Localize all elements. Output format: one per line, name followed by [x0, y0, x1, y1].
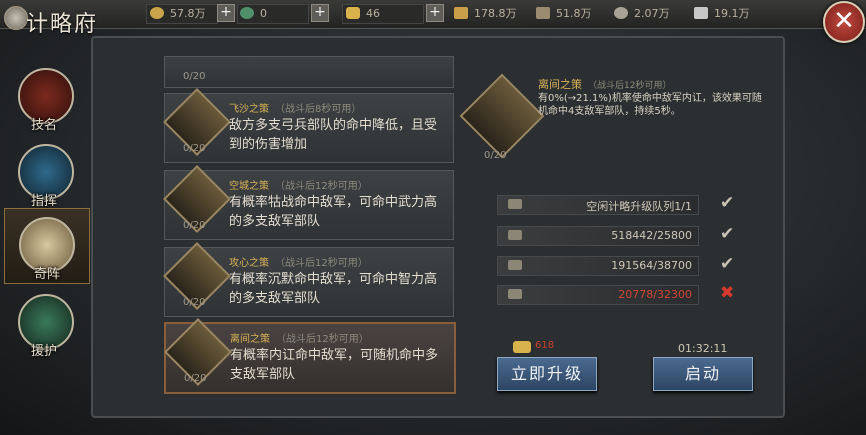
card-title: 离间之策 （战斗后12秒可用）	[230, 330, 369, 345]
card-sub: （战斗后12秒可用）	[275, 181, 368, 192]
page-title: 计略府	[26, 12, 99, 37]
gold-ingot-icon	[513, 341, 531, 353]
resource-value: 178.8万	[474, 7, 517, 20]
requirement-queue: 空闲计略升级队列1/1	[497, 195, 699, 215]
resource-coin: 57.8万	[150, 4, 206, 22]
check-icon: ✔	[720, 193, 735, 213]
card-name: 离间之策	[230, 334, 270, 345]
resource-value: 19.1万	[714, 7, 750, 20]
card-name: 空城之策	[229, 181, 269, 192]
resource-jade: 0	[240, 4, 267, 22]
card-count: 0/20	[183, 297, 206, 308]
requirement-value: 20778/32300	[618, 288, 692, 301]
card-name: 攻心之策	[229, 258, 269, 269]
hammer-icon	[508, 199, 522, 209]
nav-label: 技名	[30, 118, 57, 133]
resource-value: 0	[260, 6, 267, 20]
requirement-stone: 191564/38700	[497, 256, 699, 276]
stone-icon	[508, 260, 522, 270]
grain-icon	[454, 7, 468, 19]
requirement-wood: 518442/25800	[497, 226, 699, 246]
card-desc: 有概率牯战命中敌军，可命中武力高的多支敌军部队	[229, 195, 438, 229]
card-desc: 有概率沉默命中敌军，可命中智力高的多支敌军部队	[229, 272, 438, 306]
resource-grain: 178.8万	[454, 4, 517, 22]
requirement-value: 空闲计略升级队列1/1	[586, 200, 692, 213]
nav-item-skill[interactable]: 技名	[10, 64, 80, 134]
card-count: 0/20	[184, 373, 207, 384]
iron-icon	[694, 7, 708, 19]
resource-value: 51.8万	[556, 7, 592, 20]
resource-gold-ingot: 46	[346, 4, 380, 22]
cost-value: 618	[535, 340, 555, 351]
card-count: 0/20	[183, 143, 206, 154]
card-desc: 有概率内讧命中敌军，可随机命中多支敌军部队	[230, 348, 439, 382]
resource-value: 2.07万	[634, 7, 670, 20]
card-desc: 敌方多支弓兵部队的命中降低，且受到的伤害增加	[229, 118, 438, 152]
start-button[interactable]: 启动	[653, 357, 753, 391]
detail-sub: （战斗后12秒可用）	[588, 81, 672, 91]
ore-icon	[508, 289, 522, 299]
strategy-card-kongcheng[interactable]: 0/20 空城之策 （战斗后12秒可用） 有概率牯战命中敌军，可命中武力高的多支敌…	[163, 165, 454, 240]
strategy-card-feisha[interactable]: 0/20 飞沙之策 （战斗后8秒可用） 敌方多支弓兵部队的命中降低，且受到的伤害增…	[163, 88, 454, 163]
detail-name: 离间之策	[538, 78, 582, 91]
card-count: 0/20	[183, 220, 206, 231]
close-button[interactable]: ✕	[823, 1, 865, 43]
jade-icon	[240, 7, 254, 19]
nav-label: 援护	[30, 344, 57, 359]
resource-stone: 2.07万	[614, 4, 670, 22]
upgrade-cost: 618	[513, 339, 563, 355]
card-title: 飞沙之策 （战斗后8秒可用）	[229, 100, 361, 115]
card-title: 空城之策 （战斗后12秒可用）	[229, 177, 368, 192]
nav-label: 指挥	[30, 194, 57, 209]
title-area: 计略府	[0, 0, 120, 40]
add-coin-button[interactable]: +	[217, 4, 235, 22]
close-icon: ✕	[833, 6, 855, 36]
card-title: 攻心之策 （战斗后12秒可用）	[229, 254, 368, 269]
nav-label: 奇阵	[33, 267, 60, 282]
requirement-ore: 20778/32300	[497, 285, 699, 305]
card-count: 0/20	[183, 71, 206, 82]
resource-wood: 51.8万	[536, 4, 592, 22]
requirement-value: 191564/38700	[611, 259, 692, 272]
requirement-value: 518442/25800	[611, 229, 692, 242]
upgrade-now-button[interactable]: 立即升级	[497, 357, 597, 391]
nav-item-support[interactable]: 援护	[10, 290, 80, 360]
card-sub: （战斗后8秒可用）	[275, 104, 362, 115]
nav-item-formation[interactable]: 奇阵	[4, 208, 90, 284]
add-jade-button[interactable]: +	[311, 4, 329, 22]
add-gold-button[interactable]: +	[426, 4, 444, 22]
check-icon: ✔	[720, 254, 735, 274]
strategy-card-gongxin[interactable]: 0/20 攻心之策 （战斗后12秒可用） 有概率沉默命中敌军，可命中智力高的多支敌…	[163, 242, 454, 317]
wood-icon	[536, 7, 550, 19]
gold-ingot-icon	[346, 7, 360, 19]
avatar-icon[interactable]	[4, 6, 28, 30]
card-name: 飞沙之策	[229, 104, 269, 115]
strategy-card-lijian[interactable]: 0/20 离间之策 （战斗后12秒可用） 有概率内讧命中敌军，可随机命中多支敌军部…	[164, 318, 456, 394]
nav-item-command[interactable]: 指挥	[10, 140, 80, 210]
upgrade-timer: 01:32:11	[678, 342, 728, 355]
strategy-card[interactable]: 0/20	[164, 56, 454, 88]
card-sub: （战斗后12秒可用）	[275, 258, 368, 269]
resource-iron: 19.1万	[694, 4, 750, 22]
check-icon: ✔	[720, 224, 735, 244]
wood-icon	[508, 230, 522, 240]
cross-icon: ✖	[720, 283, 735, 303]
detail-description: 有0%(→21.1%)机率使命中敌军内讧，该效果可随机命中4支敌军部队，持续5秒…	[538, 93, 762, 117]
detail-count: 0/20	[484, 150, 507, 161]
detail-title: 离间之策 （战斗后12秒可用）	[538, 76, 671, 92]
coin-icon	[150, 7, 164, 19]
stone-icon	[614, 7, 628, 19]
resource-value: 46	[366, 6, 380, 20]
card-sub: （战斗后12秒可用）	[276, 334, 369, 345]
resource-value: 57.8万	[170, 7, 206, 20]
